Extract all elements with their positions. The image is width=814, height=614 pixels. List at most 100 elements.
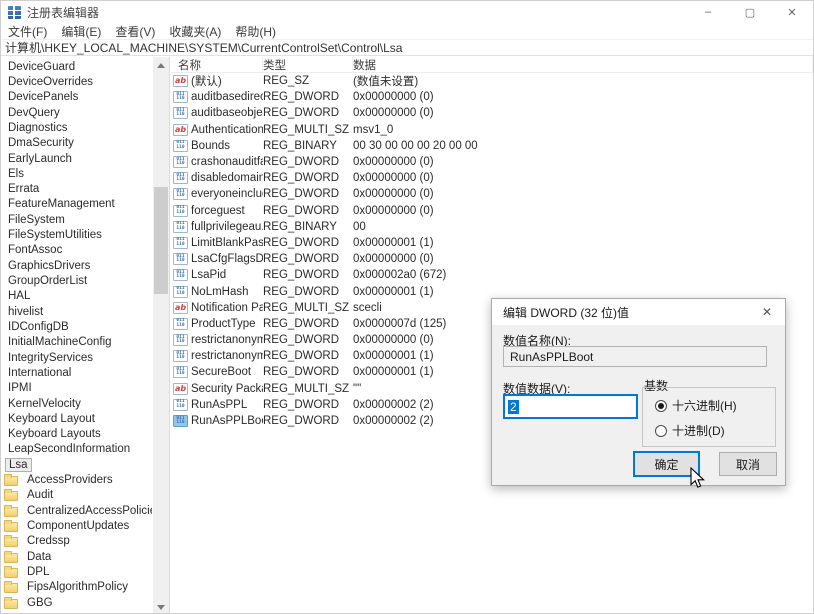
value-name-text: restrictanonym... (191, 350, 263, 362)
value-row-disabledomain-[interactable]: disabledomain...REG_DWORD0x00000000 (0) (171, 170, 813, 186)
reg-dword-icon (173, 221, 188, 233)
tree-item-data[interactable]: Data (1, 549, 152, 564)
tree-item-els[interactable]: Els (1, 166, 152, 181)
tree-item-label: Data (24, 551, 54, 563)
tree-item-audit[interactable]: Audit (1, 488, 152, 503)
minimize-button[interactable]: – (687, 1, 729, 23)
column-header-type[interactable]: 类型 (263, 57, 353, 72)
tree-item-kernelvelocity[interactable]: KernelVelocity (1, 396, 152, 411)
tree-item-international[interactable]: International (1, 365, 152, 380)
tree-item-hal[interactable]: HAL (1, 289, 152, 304)
menu-bar: 文件(F) 编辑(E) 查看(V) 收藏夹(A) 帮助(H) (1, 23, 813, 39)
tree-item-leapsecondinformation[interactable]: LeapSecondInformation (1, 442, 152, 457)
tree-item-gbg[interactable]: GBG (1, 595, 152, 610)
value-name-cell: restrictanonym... (171, 334, 263, 346)
tree-item-keyboard-layouts[interactable]: Keyboard Layouts (1, 427, 152, 442)
value-data-cell: 0x00000000 (0) (353, 205, 813, 217)
hexadecimal-radio[interactable]: 十六进制(H) (655, 397, 737, 414)
value-name-cell: everyoneinclud... (171, 188, 263, 200)
value-row-auditbasedirec-[interactable]: auditbasedirec...REG_DWORD0x00000000 (0) (171, 89, 813, 105)
value-data-input[interactable]: 2 (503, 394, 638, 419)
tree-item-componentupdates[interactable]: ComponentUpdates (1, 518, 152, 533)
tree-item-grouporderlist[interactable]: GroupOrderList (1, 273, 152, 288)
tree-item-devquery[interactable]: DevQuery (1, 105, 152, 120)
tree-item-fontassoc[interactable]: FontAssoc (1, 243, 152, 258)
tree-item-ipmi[interactable]: IPMI (1, 381, 152, 396)
tree-item-label: DeviceGuard (5, 61, 78, 73)
tree-item-deviceoverrides[interactable]: DeviceOverrides (1, 74, 152, 89)
tree-item-integrityservices[interactable]: IntegrityServices (1, 350, 152, 365)
radio-unselected-icon[interactable] (655, 425, 667, 437)
maximize-button[interactable]: ▢ (729, 1, 771, 23)
value-row-crashonauditfail[interactable]: crashonauditfailREG_DWORD0x00000000 (0) (171, 154, 813, 170)
scroll-up-icon[interactable] (153, 57, 169, 73)
tree-item-label: International (5, 367, 74, 379)
menu-help[interactable]: 帮助(H) (228, 23, 283, 40)
value-name-cell: LimitBlankPass... (171, 237, 263, 249)
value-name-cell: fullprivilegeau... (171, 221, 263, 233)
tree-item-filesystem[interactable]: FileSystem (1, 212, 152, 227)
value-type-cell: REG_MULTI_SZ (263, 383, 353, 395)
value-row-bounds[interactable]: BoundsREG_BINARY00 30 00 00 00 20 00 00 (171, 138, 813, 154)
tree-item-label: FeatureManagement (5, 198, 118, 210)
tree-item-label: LeapSecondInformation (5, 443, 133, 455)
selected-value-text: 2 (508, 400, 519, 414)
value-data-cell: msv1_0 (353, 124, 813, 136)
tree-item-centralizedaccesspolicies[interactable]: CentralizedAccessPolicies (1, 503, 152, 518)
tree-item-devicepanels[interactable]: DevicePanels (1, 90, 152, 105)
radio-selected-icon[interactable] (655, 400, 667, 412)
tree-item-hivelist[interactable]: hivelist (1, 304, 152, 319)
decimal-radio[interactable]: 十进制(D) (655, 422, 725, 439)
value-name-cell: restrictanonym... (171, 350, 263, 362)
value-name-text: restrictanonym... (191, 334, 263, 346)
value-name-cell: ProductType (171, 318, 263, 330)
value-row-lsapid[interactable]: LsaPidREG_DWORD0x000002a0 (672) (171, 267, 813, 283)
scroll-down-icon[interactable] (153, 599, 169, 614)
value-row-fullprivilegeau-[interactable]: fullprivilegeau...REG_BINARY00 (171, 219, 813, 235)
value-name-cell: Notification Pa... (171, 302, 263, 314)
value-row-authentication-[interactable]: Authentication ...REG_MULTI_SZmsv1_0 (171, 122, 813, 138)
scrollbar-thumb[interactable] (154, 187, 168, 294)
tree-item-filesystemutilities[interactable]: FileSystemUtilities (1, 227, 152, 242)
registry-path[interactable]: 计算机\HKEY_LOCAL_MACHINE\SYSTEM\CurrentCon… (1, 39, 402, 56)
tree-item-keyboard-layout[interactable]: Keyboard Layout (1, 411, 152, 426)
menu-favorites[interactable]: 收藏夹(A) (162, 23, 228, 40)
value-row-everyoneinclud-[interactable]: everyoneinclud...REG_DWORD0x00000000 (0) (171, 186, 813, 202)
tree-item-idconfigdb[interactable]: IDConfigDB (1, 319, 152, 334)
tree-item-lsa[interactable]: Lsa (1, 457, 152, 472)
value-row-auditbaseobje-[interactable]: auditbaseobje...REG_DWORD0x00000000 (0) (171, 105, 813, 121)
dialog-close-icon[interactable]: ✕ (749, 299, 785, 325)
column-header-data[interactable]: 数据 (353, 57, 813, 72)
value-row--[interactable]: (默认)REG_SZ(数值未设置) (171, 73, 813, 89)
tree-item-diagnostics[interactable]: Diagnostics (1, 120, 152, 135)
tree-item-dpl[interactable]: DPL (1, 564, 152, 579)
tree-item-graphicsdrivers[interactable]: GraphicsDrivers (1, 258, 152, 273)
menu-file[interactable]: 文件(F) (1, 23, 54, 40)
menu-edit[interactable]: 编辑(E) (54, 23, 108, 40)
value-row-lsacfgflagsde-[interactable]: LsaCfgFlagsDe...REG_DWORD0x00000000 (0) (171, 251, 813, 267)
cancel-button[interactable]: 取消 (719, 452, 777, 476)
value-data-cell: 0x00000000 (0) (353, 172, 813, 184)
tree-item-label: DevicePanels (5, 91, 81, 103)
tree-item-featuremanagement[interactable]: FeatureManagement (1, 197, 152, 212)
value-row-forceguest[interactable]: forceguestREG_DWORD0x00000000 (0) (171, 203, 813, 219)
value-row-limitblankpass-[interactable]: LimitBlankPass...REG_DWORD0x00000001 (1) (171, 235, 813, 251)
tree-item-credssp[interactable]: Credssp (1, 534, 152, 549)
tree-scrollbar[interactable] (153, 57, 169, 614)
tree-item-errata[interactable]: Errata (1, 182, 152, 197)
tree-item-label: DeviceOverrides (5, 76, 96, 88)
address-bar[interactable]: 计算机\HKEY_LOCAL_MACHINE\SYSTEM\CurrentCon… (1, 39, 813, 56)
tree-item-initialmachineconfig[interactable]: InitialMachineConfig (1, 335, 152, 350)
list-header: 名称 类型 数据 (171, 57, 813, 73)
close-button[interactable]: ✕ (771, 1, 813, 23)
folder-icon (4, 583, 18, 593)
menu-view[interactable]: 查看(V) (108, 23, 162, 40)
column-header-name[interactable]: 名称 (171, 57, 263, 72)
tree-item-label: Lsa (5, 458, 32, 472)
tree-item-deviceguard[interactable]: DeviceGuard (1, 59, 152, 74)
tree-item-fipsalgorithmpolicy[interactable]: FipsAlgorithmPolicy (1, 580, 152, 595)
folder-icon (4, 522, 18, 532)
tree-item-accessproviders[interactable]: AccessProviders (1, 472, 152, 487)
tree-item-dmasecurity[interactable]: DmaSecurity (1, 136, 152, 151)
tree-item-earlylaunch[interactable]: EarlyLaunch (1, 151, 152, 166)
